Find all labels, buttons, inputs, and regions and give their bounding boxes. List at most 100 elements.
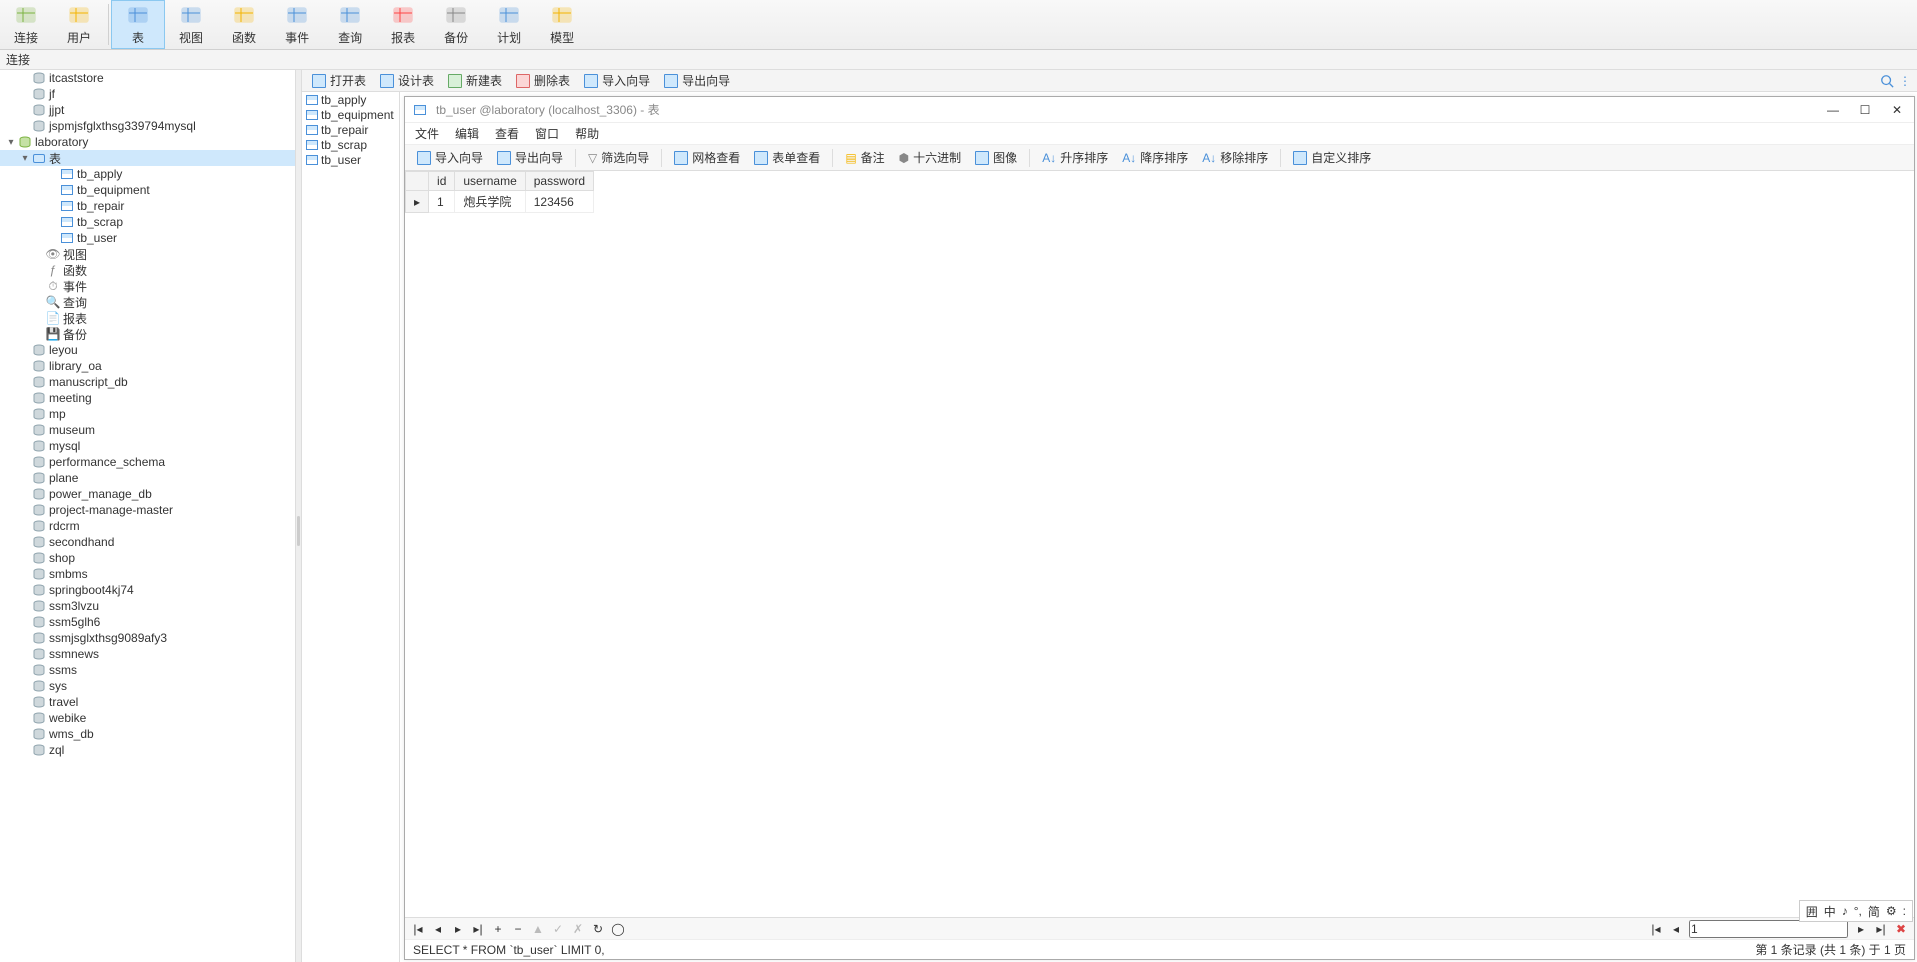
nav-last-icon[interactable]: ▸| bbox=[471, 922, 485, 936]
ime-item[interactable]: 简 bbox=[1868, 903, 1880, 920]
object-item-tb_user[interactable]: tb_user bbox=[302, 152, 399, 167]
object-item-tb_scrap[interactable]: tb_scrap bbox=[302, 137, 399, 152]
page-next-icon[interactable]: ▸ bbox=[1854, 922, 1868, 936]
connection-tree[interactable]: ▸ ▸ itcaststore ▸ ▸ jf ▸ ▸ jjpt ▸ ▸ jspm… bbox=[0, 70, 296, 962]
tree-group-事件[interactable]: ▸▸ ▸ ⏱事件 bbox=[0, 278, 295, 294]
toolbar-导出向导[interactable]: 导出向导 bbox=[491, 147, 569, 169]
tree-db-mp[interactable]: ▸ ▸ mp bbox=[0, 406, 295, 422]
toolbar-网格查看[interactable]: 网格查看 bbox=[668, 147, 746, 169]
tree-group-报表[interactable]: ▸▸ ▸ 📄报表 bbox=[0, 310, 295, 326]
col-password[interactable]: password bbox=[525, 172, 593, 191]
tree-db-ssmjsglxthsg9089afy3[interactable]: ▸ ▸ ssmjsglxthsg9089afy3 bbox=[0, 630, 295, 646]
nav-add-icon[interactable]: + bbox=[491, 922, 505, 936]
toolbar-移除排序[interactable]: A↓移除排序 bbox=[1196, 147, 1274, 169]
ribbon-user-button[interactable]: 用户 bbox=[53, 0, 106, 49]
ribbon-query-button[interactable]: 查询 bbox=[324, 0, 377, 49]
tree-group-tables[interactable]: ▸ ▾ 表 bbox=[0, 150, 295, 166]
tree-db-mysql[interactable]: ▸ ▸ mysql bbox=[0, 438, 295, 454]
tree-db-power_manage_db[interactable]: ▸ ▸ power_manage_db bbox=[0, 486, 295, 502]
toolbar-表单查看[interactable]: 表单查看 bbox=[748, 147, 826, 169]
menu-窗口[interactable]: 窗口 bbox=[535, 125, 559, 142]
ribbon-report-button[interactable]: 报表 bbox=[377, 0, 430, 49]
tree-db-shop[interactable]: ▸ ▸ shop bbox=[0, 550, 295, 566]
ribbon-plug-button[interactable]: 连接 bbox=[0, 0, 53, 49]
ribbon-plan-button[interactable]: 计划 bbox=[483, 0, 536, 49]
tree-group-查询[interactable]: ▸▸ ▸ 🔍查询 bbox=[0, 294, 295, 310]
tree-db-jf[interactable]: ▸ ▸ jf bbox=[0, 86, 295, 102]
ime-item[interactable]: 囲 bbox=[1806, 903, 1818, 920]
menu-文件[interactable]: 文件 bbox=[415, 125, 439, 142]
page-first-icon[interactable]: |◂ bbox=[1649, 922, 1663, 936]
tree-db-itcaststore[interactable]: ▸ ▸ itcaststore bbox=[0, 70, 295, 86]
tree-table-tb_scrap[interactable]: ▸▸▸ ▸ tb_scrap bbox=[0, 214, 295, 230]
toolbar-导入向导[interactable]: 导入向导 bbox=[411, 147, 489, 169]
ime-item[interactable]: ⚙ bbox=[1886, 904, 1897, 918]
toolbar-十六进制[interactable]: ⬢十六进制 bbox=[893, 147, 968, 169]
tree-db-ssmnews[interactable]: ▸ ▸ ssmnews bbox=[0, 646, 295, 662]
tree-db-jspmjsfglxthsg339794mysql[interactable]: ▸ ▸ jspmjsfglxthsg339794mysql bbox=[0, 118, 295, 134]
export-wizard-button[interactable]: 导出向导 bbox=[658, 71, 736, 91]
tree-db-secondhand[interactable]: ▸ ▸ secondhand bbox=[0, 534, 295, 550]
tree-table-tb_user[interactable]: ▸▸▸ ▸ tb_user bbox=[0, 230, 295, 246]
menu-帮助[interactable]: 帮助 bbox=[575, 125, 599, 142]
search-icon[interactable] bbox=[1879, 73, 1895, 89]
tree-db-rdcrm[interactable]: ▸ ▸ rdcrm bbox=[0, 518, 295, 534]
window-titlebar[interactable]: tb_user @laboratory (localhost_3306) - 表… bbox=[405, 97, 1914, 123]
ime-item[interactable]: °, bbox=[1854, 904, 1862, 918]
toolbar-降序排序[interactable]: A↓降序排序 bbox=[1116, 147, 1194, 169]
tree-db-zql[interactable]: ▸ ▸ zql bbox=[0, 742, 295, 758]
ribbon-backup-button[interactable]: 备份 bbox=[430, 0, 483, 49]
tree-db-travel[interactable]: ▸ ▸ travel bbox=[0, 694, 295, 710]
tree-db-leyou[interactable]: ▸ ▸ leyou bbox=[0, 342, 295, 358]
ribbon-model-button[interactable]: 模型 bbox=[536, 0, 589, 49]
maximize-icon[interactable]: ☐ bbox=[1856, 103, 1874, 117]
ime-bar[interactable]: 囲中♪°,简⚙: bbox=[1799, 900, 1913, 922]
nav-remove-icon[interactable]: − bbox=[511, 922, 525, 936]
splitter[interactable] bbox=[296, 70, 302, 962]
ime-item[interactable]: 中 bbox=[1824, 903, 1836, 920]
tree-db-museum[interactable]: ▸ ▸ museum bbox=[0, 422, 295, 438]
nav-cancel-icon[interactable]: ✗ bbox=[571, 922, 585, 936]
page-close-icon[interactable]: ✖ bbox=[1894, 922, 1908, 936]
open-table-button[interactable]: 打开表 bbox=[306, 71, 372, 91]
tree-table-tb_equipment[interactable]: ▸▸▸ ▸ tb_equipment bbox=[0, 182, 295, 198]
data-grid[interactable]: idusernamepassword▸1炮兵学院123456 bbox=[405, 171, 1914, 917]
ribbon-table-button[interactable]: 表 bbox=[111, 0, 165, 49]
page-prev-icon[interactable]: ◂ bbox=[1669, 922, 1683, 936]
tree-db-plane[interactable]: ▸ ▸ plane bbox=[0, 470, 295, 486]
ime-item[interactable]: ♪ bbox=[1842, 904, 1848, 918]
object-list[interactable]: tb_applytb_equipmenttb_repairtb_scraptb_… bbox=[302, 92, 400, 962]
delete-table-button[interactable]: 删除表 bbox=[510, 71, 576, 91]
tree-table-tb_apply[interactable]: ▸▸▸ ▸ tb_apply bbox=[0, 166, 295, 182]
tree-db-ssm3lvzu[interactable]: ▸ ▸ ssm3lvzu bbox=[0, 598, 295, 614]
toolbar-自定义排序[interactable]: 自定义排序 bbox=[1287, 147, 1377, 169]
col-id[interactable]: id bbox=[429, 172, 455, 191]
tree-db-ssm5glh6[interactable]: ▸ ▸ ssm5glh6 bbox=[0, 614, 295, 630]
tree-db-jjpt[interactable]: ▸ ▸ jjpt bbox=[0, 102, 295, 118]
import-wizard-button[interactable]: 导入向导 bbox=[578, 71, 656, 91]
toolbar-图像[interactable]: 图像 bbox=[969, 147, 1023, 169]
tree-db-manuscript_db[interactable]: ▸ ▸ manuscript_db bbox=[0, 374, 295, 390]
tree-db-webike[interactable]: ▸ ▸ webike bbox=[0, 710, 295, 726]
toolbar-升序排序[interactable]: A↓升序排序 bbox=[1036, 147, 1114, 169]
tree-db-sys[interactable]: ▸ ▸ sys bbox=[0, 678, 295, 694]
more-icon[interactable]: ⋮ bbox=[1897, 73, 1913, 89]
table-row[interactable]: ▸1炮兵学院123456 bbox=[406, 191, 594, 213]
menu-查看[interactable]: 查看 bbox=[495, 125, 519, 142]
nav-first-icon[interactable]: |◂ bbox=[411, 922, 425, 936]
close-icon[interactable]: ✕ bbox=[1888, 103, 1906, 117]
toolbar-筛选向导[interactable]: ▽筛选向导 bbox=[582, 147, 655, 169]
tree-group-视图[interactable]: ▸▸ ▸ 👁视图 bbox=[0, 246, 295, 262]
nav-commit-icon[interactable]: ✓ bbox=[551, 922, 565, 936]
ribbon-view-button[interactable]: 视图 bbox=[165, 0, 218, 49]
menu-编辑[interactable]: 编辑 bbox=[455, 125, 479, 142]
object-item-tb_apply[interactable]: tb_apply bbox=[302, 92, 399, 107]
design-table-button[interactable]: 设计表 bbox=[374, 71, 440, 91]
nav-prev-icon[interactable]: ◂ bbox=[431, 922, 445, 936]
page-last-icon[interactable]: ▸| bbox=[1874, 922, 1888, 936]
nav-stop-icon[interactable]: ◯ bbox=[611, 922, 625, 936]
tree-db-wms_db[interactable]: ▸ ▸ wms_db bbox=[0, 726, 295, 742]
tree-db-springboot4kj74[interactable]: ▸ ▸ springboot4kj74 bbox=[0, 582, 295, 598]
ribbon-clock-button[interactable]: 事件 bbox=[271, 0, 324, 49]
tree-db-meeting[interactable]: ▸ ▸ meeting bbox=[0, 390, 295, 406]
